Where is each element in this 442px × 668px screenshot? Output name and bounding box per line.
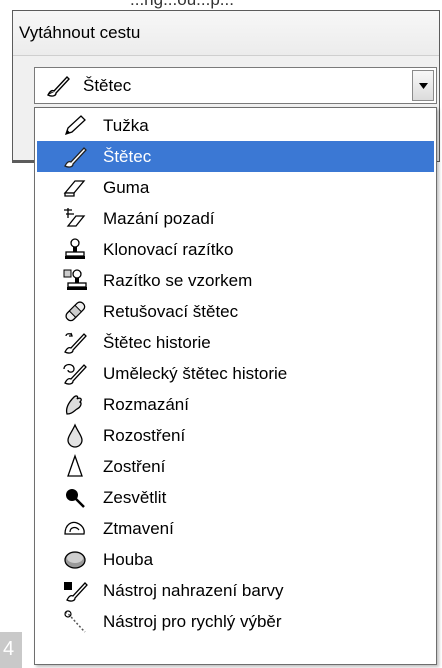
dropdown-item-zesvetlit[interactable]: Zesvětlit <box>37 482 434 513</box>
corner-page-number-text: 4 <box>3 638 15 660</box>
dropdown-item-klonovaci-razitko[interactable]: Klonovací razítko <box>37 234 434 265</box>
dropdown-item-label: Nástroj nahrazení barvy <box>103 581 284 600</box>
dropdown-item-ztmaveni[interactable]: Ztmavení <box>37 513 434 544</box>
eraser-icon <box>62 175 88 200</box>
corner-page-number: 4 <box>0 632 22 668</box>
pattern-stamp-icon <box>62 268 88 293</box>
dropdown-item-label: Nástroj pro rychlý výběr <box>103 612 282 631</box>
quick-selection-icon <box>62 609 88 634</box>
burn-icon <box>62 516 88 541</box>
dropdown-item-label: Štětec <box>103 147 152 166</box>
history-brush-icon <box>62 330 88 355</box>
dropdown-item-label: Klonovací razítko <box>103 240 234 259</box>
dropdown-item-label: Mazání pozadí <box>103 209 215 228</box>
dropdown-item-stetec[interactable]: Štětec <box>37 141 434 172</box>
dropdown-item-label: Rozostření <box>103 426 186 445</box>
dropdown-item-tuzka[interactable]: Tužka <box>37 110 434 141</box>
dropdown-item-rozostreni[interactable]: Rozostření <box>37 420 434 451</box>
dropdown-item-zostreni[interactable]: Zostření <box>37 451 434 482</box>
dropdown-toggle-button[interactable] <box>412 70 434 101</box>
tool-dropdown-list: Tužka Štětec Guma Mazání pozadí Klonovac… <box>34 107 437 665</box>
healing-brush-icon <box>62 299 88 324</box>
dropdown-item-nastroj-pro-rychly-vyber[interactable]: Nástroj pro rychlý výběr <box>37 606 434 637</box>
pencil-icon <box>62 113 88 138</box>
dialog-title: Vytáhnout cestu <box>19 23 141 42</box>
dropdown-item-label: Guma <box>103 178 150 197</box>
dropdown-item-label: Rozmazání <box>103 395 189 414</box>
color-replacement-icon <box>62 578 88 603</box>
clone-stamp-icon <box>62 237 88 262</box>
dropdown-item-stetec-historie[interactable]: Štětec historie <box>37 327 434 358</box>
art-history-brush-icon <box>62 361 88 386</box>
brush-icon <box>45 74 71 98</box>
dropdown-item-mazani-pozadi[interactable]: Mazání pozadí <box>37 203 434 234</box>
dropdown-item-label: Umělecký štětec historie <box>103 364 288 383</box>
dropdown-item-label: Štětec historie <box>103 333 211 352</box>
dropdown-item-retusovaci-stetec[interactable]: Retušovací štětec <box>37 296 434 327</box>
dropdown-item-guma[interactable]: Guma <box>37 172 434 203</box>
background-eraser-icon <box>62 206 88 231</box>
dropdown-item-label: Razítko se vzorkem <box>103 271 253 290</box>
dropdown-item-razitko-se-vzorkem[interactable]: Razítko se vzorkem <box>37 265 434 296</box>
sharpen-icon <box>62 454 88 479</box>
dropdown-item-label: Retušovací štětec <box>103 302 239 321</box>
cropped-header-text: ...ng...ou...p... <box>130 0 234 10</box>
dropdown-item-rozmazani[interactable]: Rozmazání <box>37 389 434 420</box>
smudge-icon <box>62 392 88 417</box>
brush-icon <box>62 144 88 169</box>
dropdown-item-label: Ztmavení <box>103 519 174 538</box>
dropdown-item-houba[interactable]: Houba <box>37 544 434 575</box>
dropdown-item-umelecky-stetec-historie[interactable]: Umělecký štětec historie <box>37 358 434 389</box>
dropdown-item-label: Houba <box>103 550 154 569</box>
panel-border-fragment <box>12 160 34 163</box>
tool-select-value: Štětec <box>83 76 132 95</box>
dropdown-item-nastroj-nahrazeni-barvy[interactable]: Nástroj nahrazení barvy <box>37 575 434 606</box>
dropdown-item-label: Zesvětlit <box>103 488 167 507</box>
tool-select[interactable]: Štětec <box>34 67 437 104</box>
dropdown-item-label: Tužka <box>103 116 149 135</box>
blur-icon <box>62 423 88 448</box>
sponge-icon <box>62 547 88 572</box>
dialog-title-bar: Vytáhnout cestu <box>13 11 439 56</box>
dropdown-item-label: Zostření <box>103 457 166 476</box>
dodge-icon <box>62 485 88 510</box>
chevron-down-icon <box>419 83 428 89</box>
